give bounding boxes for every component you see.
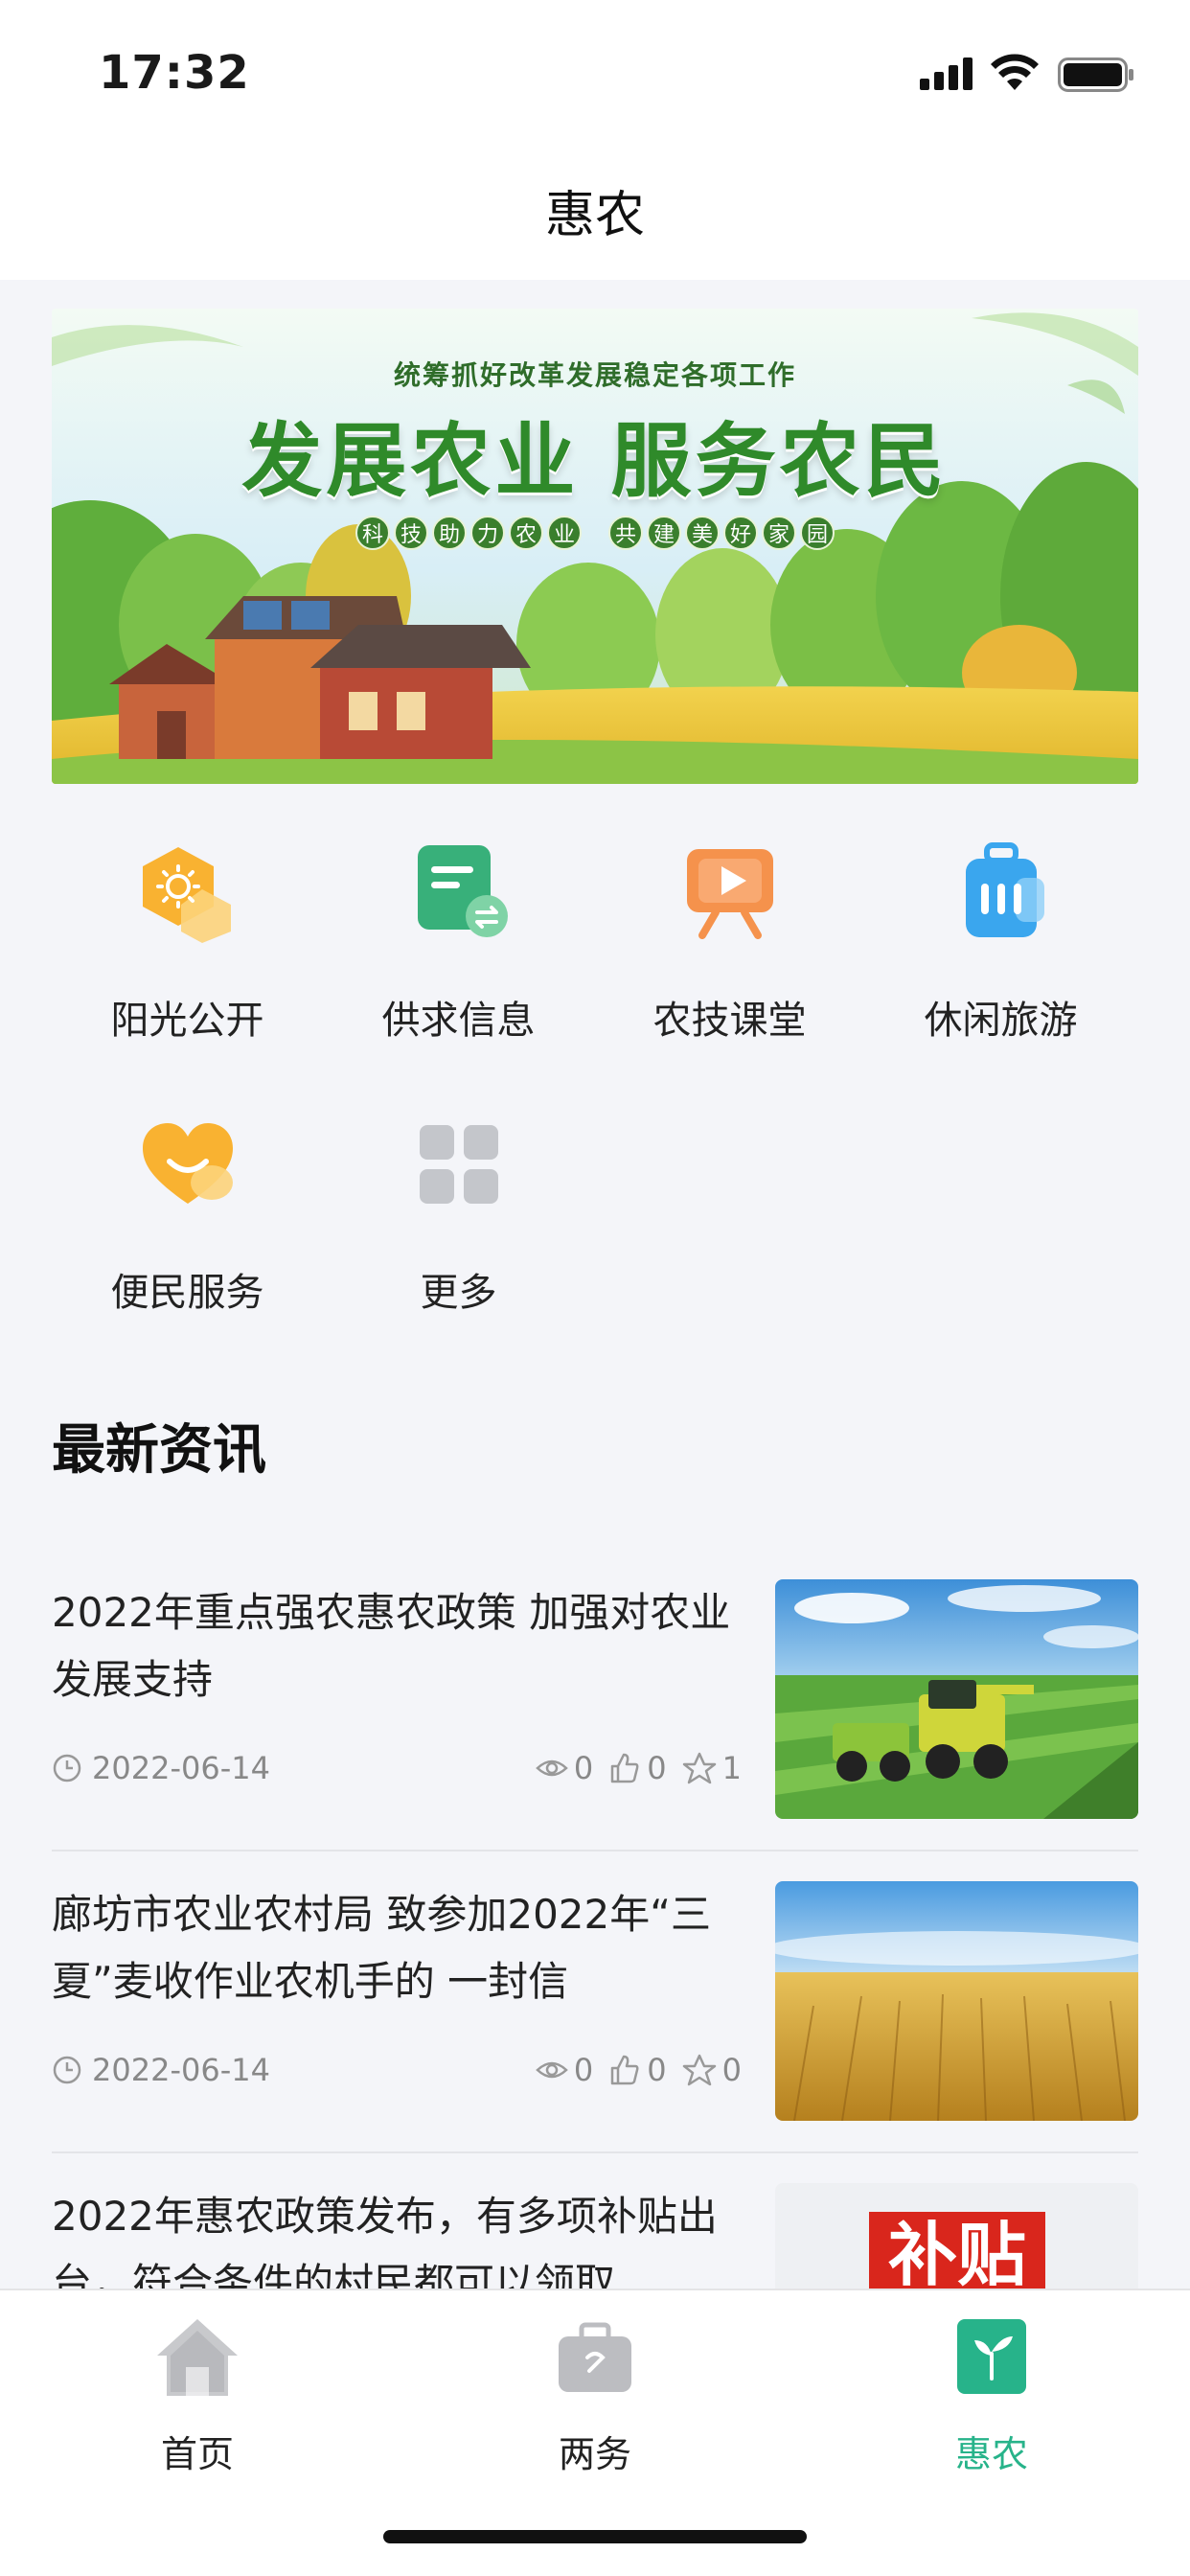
news-meta: 2022-06-14 0 0 0 bbox=[52, 2052, 751, 2094]
briefcase-party-icon bbox=[559, 2322, 631, 2392]
news-title: 廊坊市农业农村局 致参加2022年“三夏”麦收作业农机手的 一封信 bbox=[52, 1891, 711, 2005]
likes-count: 0 bbox=[647, 1750, 667, 1786]
signal-icon bbox=[920, 58, 973, 90]
banner-tag-char: 业 bbox=[547, 516, 582, 550]
banner-tag-char: 美 bbox=[685, 516, 720, 550]
banner-tag-char: 园 bbox=[800, 516, 835, 550]
home-indicator[interactable] bbox=[383, 2530, 807, 2543]
grid-item-supply-demand[interactable]: 供求信息 bbox=[323, 834, 594, 1073]
eye-icon bbox=[536, 1760, 568, 1777]
wifi-icon bbox=[991, 54, 1039, 90]
news-title: 2022年重点强农惠农政策 加强对农业发展支持 bbox=[52, 1589, 731, 1703]
star-icon[interactable] bbox=[682, 2054, 717, 2086]
likes-count: 0 bbox=[647, 2052, 667, 2088]
document-exchange-icon bbox=[417, 845, 508, 937]
grid-more-icon bbox=[419, 1125, 498, 1204]
tab-benefit-farmers[interactable]: 惠农 bbox=[896, 2312, 1087, 2475]
banner-tags: 科 技 助 力 农 业 共 建 美 好 家 园 bbox=[52, 516, 1138, 550]
views-count: 0 bbox=[573, 2052, 594, 2088]
news-divider bbox=[52, 1850, 1138, 1852]
grid-item-label: 供求信息 bbox=[381, 999, 536, 1043]
tab-label: 两务 bbox=[558, 2433, 631, 2475]
grid-item-leisure-travel[interactable]: 休闲旅游 bbox=[865, 834, 1136, 1073]
grid-item-agri-class[interactable]: 农技课堂 bbox=[594, 834, 865, 1073]
grid-item-sunshine-public[interactable]: 阳光公开 bbox=[52, 834, 323, 1073]
banner-tag-char: 力 bbox=[470, 516, 505, 550]
grid-item-label: 农技课堂 bbox=[652, 999, 807, 1043]
status-bar: 17:32 bbox=[0, 0, 1190, 144]
heart-hand-icon bbox=[142, 1123, 233, 1204]
grid-item-label: 便民服务 bbox=[110, 1271, 264, 1315]
banner-headline: 发展农业 服务农民 bbox=[241, 414, 949, 508]
grid-item-more[interactable]: 更多 bbox=[323, 1106, 594, 1346]
tab-two-affairs[interactable]: 两务 bbox=[499, 2312, 691, 2475]
banner-tag-char: 助 bbox=[432, 516, 467, 550]
thumbs-up-icon[interactable] bbox=[608, 2054, 641, 2086]
clock-icon bbox=[53, 1754, 81, 1782]
news-date: 2022-06-14 bbox=[52, 1750, 270, 1786]
news-meta: 2022-06-14 0 0 1 bbox=[52, 1750, 751, 1792]
news-thumbnail-wheat bbox=[775, 1881, 1138, 2121]
tab-home[interactable]: 首页 bbox=[102, 2312, 293, 2475]
subsidy-text: 补贴 bbox=[869, 2212, 1045, 2298]
banner-tag-char: 好 bbox=[723, 516, 758, 550]
status-time: 17:32 bbox=[99, 46, 250, 100]
eye-icon bbox=[536, 2061, 568, 2079]
banner-tag-char: 技 bbox=[394, 516, 428, 550]
navigation-bar: 惠农 bbox=[0, 144, 1190, 280]
page-title: 惠农 bbox=[544, 187, 645, 244]
tab-label: 首页 bbox=[160, 2433, 234, 2475]
news-divider bbox=[52, 2151, 1138, 2153]
news-date: 2022-06-14 bbox=[52, 2052, 270, 2088]
news-date-text: 2022-06-14 bbox=[92, 1750, 270, 1786]
favorites-count: 0 bbox=[721, 2052, 742, 2088]
star-icon[interactable] bbox=[682, 1752, 717, 1784]
battery-icon bbox=[1058, 58, 1133, 92]
banner-tag-char: 建 bbox=[647, 516, 681, 550]
banner-tag-char: 家 bbox=[762, 516, 796, 550]
banner-tag-char: 共 bbox=[608, 516, 643, 550]
news-item[interactable]: 廊坊市农业农村局 致参加2022年“三夏”麦收作业农机手的 一封信 2022-0… bbox=[52, 1881, 1138, 2121]
news-date-text: 2022-06-14 bbox=[92, 2052, 270, 2088]
clock-icon bbox=[53, 2056, 81, 2084]
sprout-icon bbox=[957, 2319, 1026, 2394]
tab-label: 惠农 bbox=[954, 2433, 1028, 2475]
play-board-icon bbox=[686, 849, 773, 939]
favorites-count: 1 bbox=[721, 1750, 742, 1786]
thumbs-up-icon[interactable] bbox=[608, 1752, 641, 1784]
suitcase-icon bbox=[965, 842, 1044, 937]
news-stats: 0 0 0 bbox=[536, 2052, 751, 2088]
grid-item-label: 阳光公开 bbox=[110, 999, 264, 1043]
banner-tag-group-2: 共 建 美 好 家 园 bbox=[608, 516, 835, 550]
home-icon bbox=[157, 2319, 238, 2396]
views-count: 0 bbox=[573, 1750, 594, 1786]
news-thumbnail-harvester bbox=[775, 1579, 1138, 1819]
banner-kicker: 统筹抓好改革发展稳定各项工作 bbox=[393, 359, 796, 391]
grid-item-label: 休闲旅游 bbox=[924, 999, 1078, 1043]
news-stats: 0 0 1 bbox=[536, 1750, 751, 1786]
grid-item-label: 更多 bbox=[420, 1271, 497, 1315]
banner-tag-char: 科 bbox=[355, 516, 390, 550]
sun-icon bbox=[142, 847, 231, 943]
news-item[interactable]: 2022年重点强农惠农政策 加强对农业发展支持 2022-06-14 0 0 1 bbox=[52, 1579, 1138, 1819]
banner-tag-group-1: 科 技 助 力 农 业 bbox=[355, 516, 582, 550]
grid-item-convenience-service[interactable]: 便民服务 bbox=[52, 1106, 323, 1346]
banner-tag-char: 农 bbox=[509, 516, 543, 550]
section-title-latest-news: 最新资讯 bbox=[52, 1419, 266, 1482]
promo-banner[interactable]: 统筹抓好改革发展稳定各项工作 发展农业 服务农民 科 技 助 力 农 业 共 建… bbox=[52, 309, 1138, 784]
